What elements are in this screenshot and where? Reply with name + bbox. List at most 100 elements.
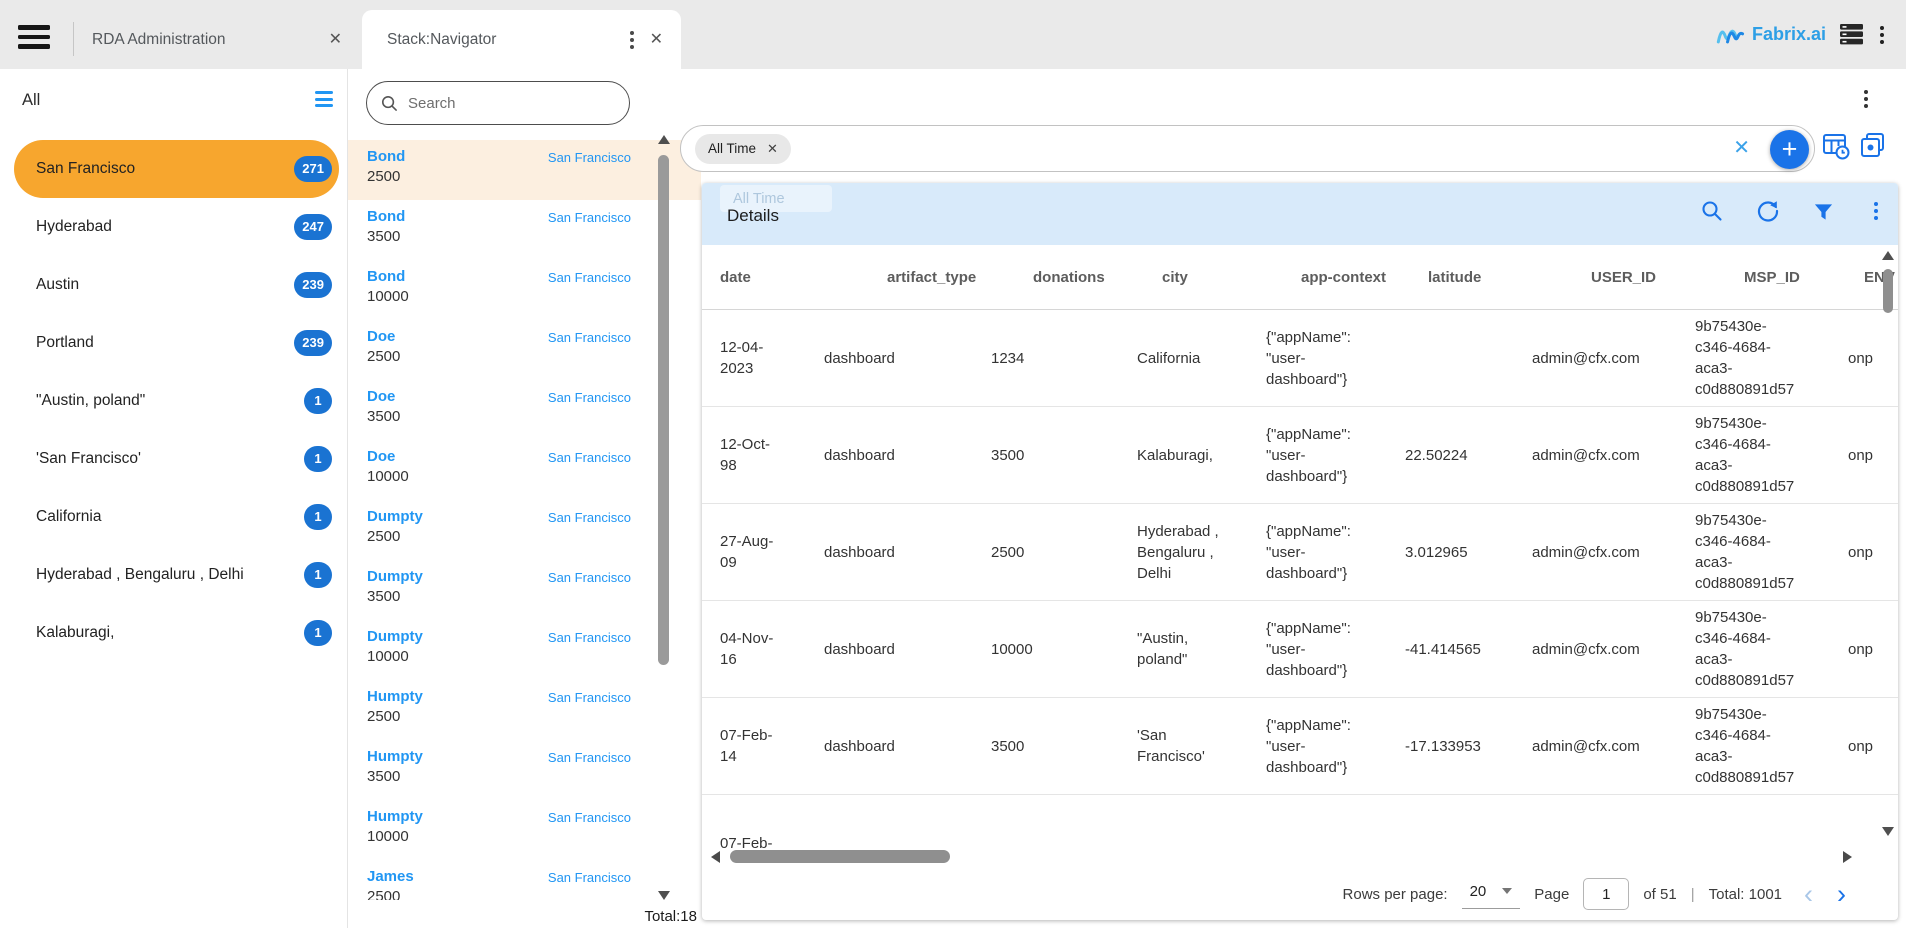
item-city-link[interactable]: San Francisco bbox=[548, 510, 631, 525]
navigator-list-item[interactable]: Bond 2500 San Francisco bbox=[348, 140, 701, 200]
scroll-down-arrow-icon[interactable] bbox=[1882, 827, 1894, 836]
item-city-link[interactable]: San Francisco bbox=[548, 390, 631, 405]
column-header[interactable]: city bbox=[1162, 267, 1301, 288]
navigator-list-item[interactable]: Bond 3500 San Francisco bbox=[348, 200, 701, 260]
total-label: Total: 1001 bbox=[1709, 886, 1782, 903]
item-value: 10000 bbox=[367, 288, 631, 305]
scroll-down-arrow-icon[interactable] bbox=[658, 891, 670, 900]
tab-kebab-menu-icon[interactable] bbox=[630, 38, 634, 42]
copy-save-icon[interactable] bbox=[1859, 132, 1887, 165]
column-header[interactable]: USER_ID bbox=[1591, 267, 1744, 288]
close-icon[interactable]: ✕ bbox=[650, 32, 663, 48]
scrollbar-thumb[interactable] bbox=[658, 155, 669, 665]
scrollbar-thumb[interactable] bbox=[1883, 269, 1893, 313]
item-city-link[interactable]: San Francisco bbox=[548, 750, 631, 765]
sidebar-city-item[interactable]: Hyderabad 247 bbox=[14, 198, 339, 256]
navigator-list-item[interactable]: James 2500 San Francisco bbox=[348, 860, 701, 900]
page-label: Page bbox=[1534, 886, 1569, 903]
column-header[interactable]: date bbox=[720, 267, 887, 288]
hamburger-menu-icon[interactable] bbox=[18, 25, 50, 54]
column-header[interactable]: artifact_type bbox=[887, 267, 1033, 288]
item-city-link[interactable]: San Francisco bbox=[548, 690, 631, 705]
sidebar-city-item[interactable]: Hyderabad , Bengaluru , Delhi 1 bbox=[14, 546, 339, 604]
item-city-link[interactable]: San Francisco bbox=[548, 870, 631, 885]
column-header[interactable]: app-context bbox=[1301, 267, 1428, 288]
close-icon[interactable]: ✕ bbox=[329, 32, 342, 48]
cell-latitude: -17.133953 bbox=[1405, 736, 1532, 757]
item-city-link[interactable]: San Francisco bbox=[548, 150, 631, 165]
filter-funnel-icon[interactable] bbox=[1813, 201, 1834, 222]
panel-title: Details bbox=[727, 206, 779, 226]
sidebar-city-item[interactable]: 'San Francisco' 1 bbox=[14, 430, 339, 488]
filter-chip-all-time[interactable]: All Time ✕ bbox=[695, 134, 791, 164]
list-filter-icon[interactable] bbox=[315, 91, 333, 111]
table-row[interactable]: 12-Oct-98 dashboard 3500 Kalaburagi, {"a… bbox=[702, 407, 1898, 504]
scroll-up-arrow-icon[interactable] bbox=[1882, 251, 1894, 260]
previous-page-icon[interactable]: ‹ bbox=[1804, 884, 1813, 904]
page-number-input[interactable] bbox=[1583, 878, 1629, 910]
report-schedule-icon[interactable] bbox=[1822, 132, 1850, 165]
topbar-kebab-menu-icon[interactable] bbox=[1880, 33, 1884, 37]
navigator-list-item[interactable]: Humpty 3500 San Francisco bbox=[348, 740, 701, 800]
column-header[interactable]: donations bbox=[1033, 267, 1162, 288]
item-city-link[interactable]: San Francisco bbox=[548, 210, 631, 225]
navigator-list-item[interactable]: Doe 2500 San Francisco bbox=[348, 320, 701, 380]
item-city-link[interactable]: San Francisco bbox=[548, 330, 631, 345]
navigator-list-item[interactable]: Doe 3500 San Francisco bbox=[348, 380, 701, 440]
item-city-link[interactable]: San Francisco bbox=[548, 570, 631, 585]
tab-rda-administration[interactable]: RDA Administration ✕ bbox=[74, 10, 362, 69]
sidebar-city-item[interactable]: California 1 bbox=[14, 488, 339, 546]
item-city-link[interactable]: San Francisco bbox=[548, 270, 631, 285]
sidebar-city-item[interactable]: Austin 239 bbox=[14, 256, 339, 314]
filter-bar[interactable]: All Time ✕ ✕ + bbox=[680, 125, 1815, 172]
navigator-scrollbar[interactable] bbox=[657, 129, 671, 900]
sidebar-city-item[interactable]: "Austin, poland" 1 bbox=[14, 372, 339, 430]
sidebar-city-item[interactable]: Portland 239 bbox=[14, 314, 339, 372]
navigator-total: Total:18 bbox=[644, 908, 697, 925]
navigator-list-item[interactable]: Bond 10000 San Francisco bbox=[348, 260, 701, 320]
refresh-icon[interactable] bbox=[1757, 200, 1779, 222]
tab-stack-navigator[interactable]: Stack:Navigator ✕ bbox=[362, 10, 681, 69]
table-row[interactable]: 07-Feb- bbox=[702, 795, 1898, 850]
item-value: 3500 bbox=[367, 768, 631, 785]
rows-per-page-select[interactable]: 20 bbox=[1462, 880, 1521, 909]
navigator-list-item[interactable]: Doe 10000 San Francisco bbox=[348, 440, 701, 500]
server-stack-icon[interactable] bbox=[1840, 24, 1863, 45]
item-city-link[interactable]: San Francisco bbox=[548, 810, 631, 825]
scroll-right-arrow-icon[interactable] bbox=[1843, 851, 1852, 863]
navigator-list-item[interactable]: Dumpty 3500 San Francisco bbox=[348, 560, 701, 620]
item-city-link[interactable]: San Francisco bbox=[548, 630, 631, 645]
column-header[interactable]: latitude bbox=[1428, 267, 1591, 288]
scrollbar-thumb[interactable] bbox=[730, 850, 950, 863]
item-city-link[interactable]: San Francisco bbox=[548, 450, 631, 465]
cell-city: Kalaburagi, bbox=[1137, 445, 1266, 466]
navigator-list-item[interactable]: Humpty 10000 San Francisco bbox=[348, 800, 701, 860]
chip-close-icon[interactable]: ✕ bbox=[767, 142, 778, 155]
brand-area: Fabrix.ai bbox=[1716, 0, 1884, 69]
add-filter-button[interactable]: + bbox=[1770, 130, 1809, 169]
clear-filters-icon[interactable]: ✕ bbox=[1733, 138, 1750, 158]
table-row[interactable]: 12-04-2023 dashboard 1234 California {"a… bbox=[702, 310, 1898, 407]
scroll-up-arrow-icon[interactable] bbox=[658, 135, 670, 144]
table-horizontal-scrollbar[interactable] bbox=[702, 848, 1898, 866]
column-header[interactable]: MSP_ID bbox=[1744, 267, 1864, 288]
search-box[interactable] bbox=[366, 81, 630, 125]
cell-msp-id: 9b75430e-c346-4684-aca3-c0d880891d57 bbox=[1695, 607, 1848, 691]
table-row[interactable]: 07-Feb-14 dashboard 3500 'San Francisco'… bbox=[702, 698, 1898, 795]
sidebar-city-item[interactable]: San Francisco 271 bbox=[14, 140, 339, 198]
table-row[interactable]: 04-Nov-16 dashboard 10000 "Austin, polan… bbox=[702, 601, 1898, 698]
count-badge: 239 bbox=[294, 330, 332, 356]
search-icon[interactable] bbox=[1701, 200, 1723, 222]
navigator-list-item[interactable]: Dumpty 2500 San Francisco bbox=[348, 500, 701, 560]
scroll-left-arrow-icon[interactable] bbox=[711, 851, 720, 863]
search-input[interactable] bbox=[406, 94, 615, 113]
table-row[interactable]: 27-Aug-09 dashboard 2500 Hyderabad , Ben… bbox=[702, 504, 1898, 601]
navigator-list-item[interactable]: Humpty 2500 San Francisco bbox=[348, 680, 701, 740]
details-kebab-menu-icon[interactable] bbox=[1874, 209, 1878, 213]
next-page-icon[interactable]: › bbox=[1837, 884, 1846, 904]
sidebar-title: All bbox=[22, 91, 40, 110]
navigator-list-item[interactable]: Dumpty 10000 San Francisco bbox=[348, 620, 701, 680]
table-vertical-scrollbar[interactable] bbox=[1882, 249, 1895, 859]
main-kebab-menu-icon[interactable] bbox=[1864, 97, 1868, 101]
sidebar-city-item[interactable]: Kalaburagi, 1 bbox=[14, 604, 339, 662]
